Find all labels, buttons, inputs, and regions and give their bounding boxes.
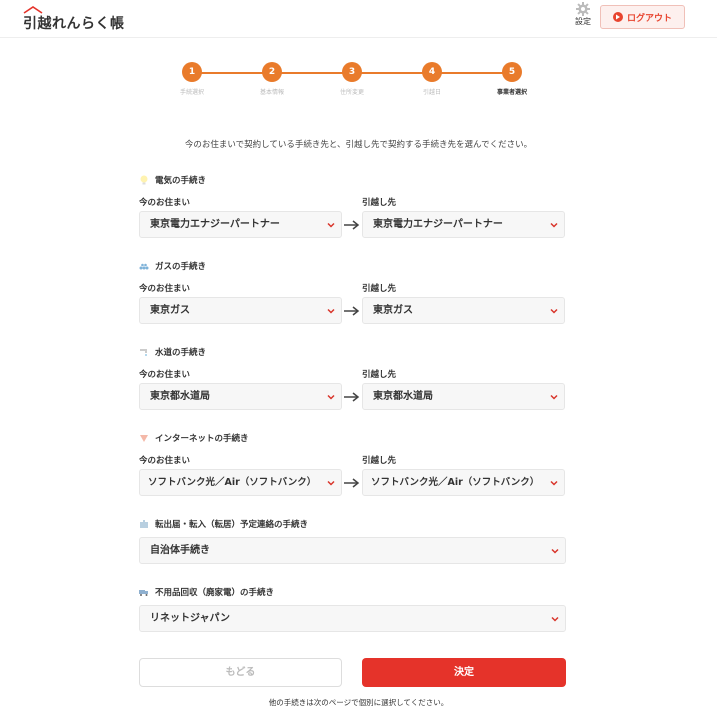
step-1: 1 手続選択 [160, 62, 224, 96]
new-residence-label: 引越し先 [362, 198, 397, 208]
step-number: 5 [502, 62, 522, 82]
section-title-text: インターネットの手続き [155, 434, 249, 444]
logo-text: 引越れんらく帳 [23, 16, 125, 32]
disposal-select[interactable]: リネットジャパン [139, 605, 566, 632]
step-label: 引越日 [422, 89, 441, 96]
intro-text: 今のお住まいで契約している手続き先と、引越し先で契約する手続き先を選んでください… [184, 140, 533, 150]
arrow-right-icon [344, 306, 360, 316]
step-number: 3 [342, 62, 362, 82]
logout-icon [612, 12, 623, 22]
current-residence-label: 今のお住まい [139, 284, 191, 294]
step-label-current: 事業者選択 [496, 89, 527, 96]
water-section-title: 水道の手続き [139, 346, 206, 358]
select-value: 東京都水道局 [373, 391, 433, 402]
settings-label: 設定 [575, 17, 591, 26]
select-value: 東京都水道局 [150, 391, 210, 402]
gas-new-select[interactable]: 東京ガス [362, 297, 565, 324]
electricity-current-select[interactable]: 東京電力エナジーパートナー [139, 211, 342, 238]
settings-button[interactable]: 設定 [571, 2, 595, 32]
chevron-down-icon [550, 394, 558, 400]
arrow-right-icon [344, 392, 360, 402]
chevron-down-icon [327, 480, 335, 486]
electricity-new-select[interactable]: 東京電力エナジーパートナー [362, 211, 565, 238]
step-label: 手続選択 [179, 89, 204, 96]
water-new-select[interactable]: 東京都水道局 [362, 383, 565, 410]
step-3: 3 住所変更 [320, 62, 384, 96]
select-value: 東京ガス [373, 305, 413, 316]
gas-flame-icon [139, 263, 149, 270]
chevron-down-icon [327, 394, 335, 400]
section-title-text: 不用品回収（廃家電）の手続き [155, 588, 275, 598]
municipal-section-title: 転出届・転入（転居）予定連絡の手続き [139, 518, 308, 530]
chevron-down-icon [327, 222, 335, 228]
step-label: 基本情報 [259, 89, 284, 96]
select-value: ソフトバンク光／Air（ソフトバンク） [371, 477, 540, 488]
section-title-text: 転出届・転入（転居）予定連絡の手続き [155, 520, 309, 530]
back-button[interactable]: もどる [139, 658, 342, 687]
step-2: 2 基本情報 [240, 62, 304, 96]
step-number: 4 [422, 62, 442, 82]
electricity-section-title: 電気の手続き [139, 174, 206, 186]
new-residence-label: 引越し先 [362, 284, 397, 294]
select-value: リネットジャパン [150, 613, 230, 624]
step-label: 住所変更 [339, 89, 364, 96]
select-value: ソフトバンク光／Air（ソフトバンク） [148, 477, 317, 488]
municipal-select[interactable]: 自治体手続き [139, 537, 566, 564]
chevron-down-icon [550, 222, 558, 228]
current-residence-label: 今のお住まい [139, 456, 191, 466]
app-header: 引越れんらく帳 設定 ログアウト [0, 0, 717, 38]
water-current-select[interactable]: 東京都水道局 [139, 383, 342, 410]
new-residence-label: 引越し先 [362, 456, 397, 466]
lightbulb-icon [140, 175, 148, 185]
step-5: 5 事業者選択 [480, 62, 544, 96]
arrow-right-icon [344, 478, 360, 488]
chevron-down-icon [551, 616, 559, 622]
internet-new-select[interactable]: ソフトバンク光／Air（ソフトバンク） [362, 469, 565, 496]
step-4: 4 引越日 [400, 62, 464, 96]
logout-button[interactable]: ログアウト [600, 5, 685, 29]
select-value: 東京ガス [150, 305, 190, 316]
water-faucet-icon [140, 349, 147, 356]
select-value: 自治体手続き [150, 545, 210, 556]
logout-label: ログアウト [626, 13, 672, 24]
progress-stepper: 1 手続選択 2 基本情報 3 住所変更 4 引越日 5 事業者選択 [160, 62, 560, 102]
internet-section-title: インターネットの手続き [139, 432, 249, 444]
section-title-text: ガスの手続き [155, 262, 207, 272]
internet-current-select[interactable]: ソフトバンク光／Air（ソフトバンク） [139, 469, 342, 496]
city-hall-icon [140, 520, 148, 528]
chevron-down-icon [551, 548, 559, 554]
wifi-icon [140, 435, 148, 442]
truck-icon [139, 590, 148, 596]
chevron-down-icon [550, 480, 558, 486]
chevron-down-icon [327, 308, 335, 314]
current-residence-label: 今のお住まい [139, 198, 191, 208]
submit-button[interactable]: 決定 [362, 658, 566, 687]
chevron-down-icon [550, 308, 558, 314]
select-value: 東京電力エナジーパートナー [150, 219, 280, 230]
gas-section-title: ガスの手続き [139, 260, 206, 272]
footnote-text: 他の手続きは次のページで個別に選択してください。 [268, 698, 449, 707]
new-residence-label: 引越し先 [362, 370, 397, 380]
step-number: 2 [262, 62, 282, 82]
select-value: 東京電力エナジーパートナー [373, 219, 503, 230]
step-number: 1 [182, 62, 202, 82]
arrow-right-icon [344, 220, 360, 230]
disposal-section-title: 不用品回収（廃家電）の手続き [139, 586, 274, 598]
gas-current-select[interactable]: 東京ガス [139, 297, 342, 324]
section-title-text: 水道の手続き [155, 348, 207, 358]
section-title-text: 電気の手続き [155, 176, 207, 186]
gear-icon [576, 2, 590, 16]
current-residence-label: 今のお住まい [139, 370, 191, 380]
